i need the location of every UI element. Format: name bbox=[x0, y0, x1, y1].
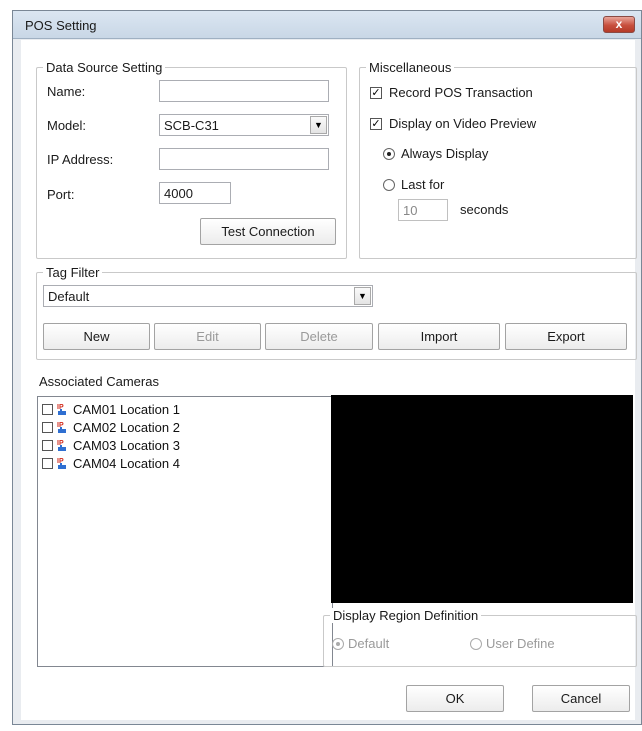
data-source-group: Data Source Setting Name: Model: SCB-C31… bbox=[36, 60, 347, 259]
chevron-down-icon[interactable]: ▼ bbox=[354, 287, 371, 305]
dialog-body: Data Source Setting Name: Model: SCB-C31… bbox=[21, 40, 637, 720]
display-region-legend: Display Region Definition bbox=[330, 608, 482, 623]
model-select[interactable]: SCB-C31 ▼ bbox=[159, 114, 329, 136]
camera-checkbox[interactable] bbox=[42, 422, 53, 433]
title-bar: POS Setting x bbox=[13, 11, 641, 39]
miscellaneous-legend: Miscellaneous bbox=[366, 60, 455, 75]
display-preview-checkbox[interactable]: ✓ bbox=[370, 118, 382, 130]
camera-checkbox[interactable] bbox=[42, 440, 53, 451]
ip-camera-icon: IP bbox=[57, 420, 69, 435]
camera-name: CAM02 Location 2 bbox=[73, 420, 180, 435]
delete-tag-button[interactable]: Delete bbox=[265, 323, 373, 350]
record-pos-label: Record POS Transaction bbox=[389, 85, 533, 100]
region-user-define-label: User Define bbox=[486, 636, 555, 651]
close-button[interactable]: x bbox=[603, 16, 635, 33]
record-pos-checkbox[interactable]: ✓ bbox=[370, 87, 382, 99]
model-value: SCB-C31 bbox=[164, 118, 219, 133]
seconds-label: seconds bbox=[460, 202, 509, 217]
tag-filter-group: Tag Filter Default ▼ New Edit Delete Imp… bbox=[36, 265, 637, 360]
display-preview-label: Display on Video Preview bbox=[389, 116, 537, 131]
new-tag-button[interactable]: New bbox=[43, 323, 150, 350]
camera-list[interactable]: IP CAM01 Location 1 IP CAM02 Location 2 … bbox=[37, 396, 333, 667]
associated-cameras-label: Associated Cameras bbox=[39, 374, 159, 389]
data-source-legend: Data Source Setting bbox=[43, 60, 166, 75]
model-label: Model: bbox=[47, 118, 87, 133]
miscellaneous-group: Miscellaneous ✓ Record POS Transaction ✓… bbox=[359, 60, 637, 259]
ip-camera-icon: IP bbox=[57, 438, 69, 453]
tag-filter-value: Default bbox=[48, 289, 90, 304]
ip-camera-icon: IP bbox=[57, 402, 69, 417]
camera-checkbox[interactable] bbox=[42, 458, 53, 469]
ip-address-label: IP Address: bbox=[47, 152, 114, 167]
cancel-button[interactable]: Cancel bbox=[532, 685, 630, 712]
camera-name: CAM04 Location 4 bbox=[73, 456, 180, 471]
name-field[interactable] bbox=[159, 80, 329, 102]
tag-filter-legend: Tag Filter bbox=[43, 265, 103, 280]
import-button[interactable]: Import bbox=[378, 323, 500, 350]
seconds-field[interactable]: 10 bbox=[398, 199, 448, 221]
tag-filter-select[interactable]: Default ▼ bbox=[43, 285, 373, 307]
test-connection-button[interactable]: Test Connection bbox=[200, 218, 336, 245]
pos-setting-dialog: POS Setting x Data Source Setting Name: … bbox=[12, 10, 642, 725]
ip-address-field[interactable] bbox=[159, 148, 329, 170]
port-label: Port: bbox=[47, 187, 75, 202]
port-field[interactable]: 4000 bbox=[159, 182, 231, 204]
video-preview[interactable] bbox=[331, 395, 633, 603]
region-default-label: Default bbox=[348, 636, 390, 651]
chevron-down-icon[interactable]: ▼ bbox=[310, 116, 327, 134]
always-display-radio[interactable] bbox=[383, 148, 395, 160]
last-for-label: Last for bbox=[401, 177, 445, 192]
region-user-define-radio[interactable] bbox=[470, 638, 482, 650]
display-region-group: Display Region Definition Default User D… bbox=[323, 608, 637, 667]
window-title: POS Setting bbox=[25, 18, 97, 33]
camera-checkbox[interactable] bbox=[42, 404, 53, 415]
last-for-radio[interactable] bbox=[383, 179, 395, 191]
close-icon: x bbox=[615, 17, 623, 31]
name-label: Name: bbox=[47, 84, 86, 99]
always-display-label: Always Display bbox=[401, 146, 489, 161]
ip-camera-icon: IP bbox=[57, 456, 69, 471]
camera-name: CAM01 Location 1 bbox=[73, 402, 180, 417]
export-button[interactable]: Export bbox=[505, 323, 627, 350]
camera-name: CAM03 Location 3 bbox=[73, 438, 180, 453]
ok-button[interactable]: OK bbox=[406, 685, 504, 712]
region-default-radio[interactable] bbox=[332, 638, 344, 650]
edit-tag-button[interactable]: Edit bbox=[154, 323, 261, 350]
